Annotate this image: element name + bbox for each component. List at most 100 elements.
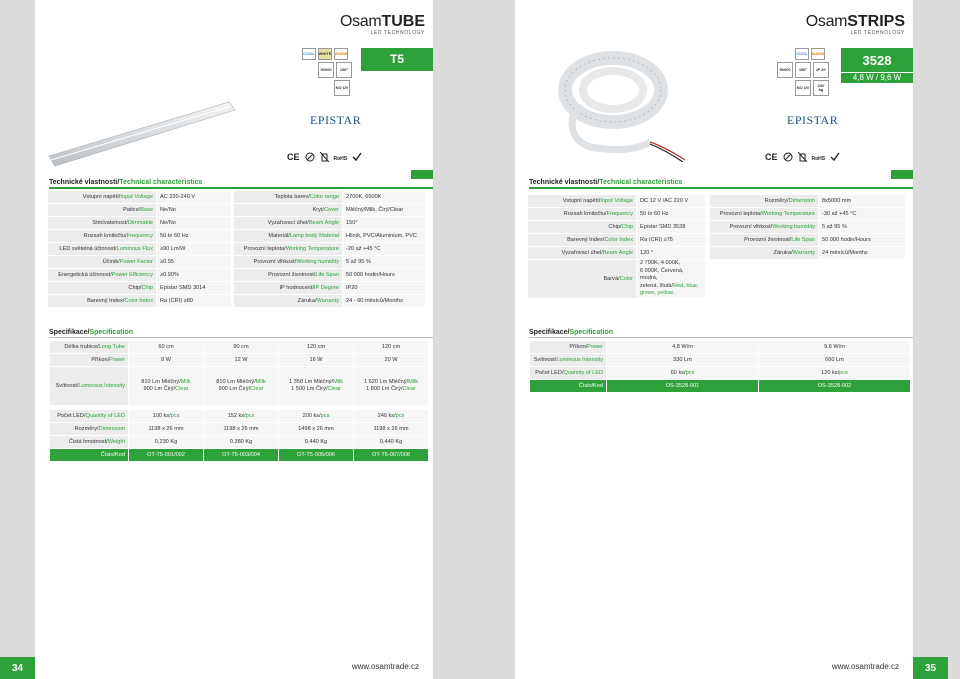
table-row: Stmívatelnost/Dimmable Ne/No (48, 217, 231, 229)
check-icon (830, 152, 840, 162)
table-row: Rozsah kmitočtu/Frequency 50 to 60 Hz (528, 208, 705, 220)
spec-value: Ne/No (157, 217, 231, 229)
tech-table-left: Vstupní napětí/Input Voltage DC 12 V /AC … (527, 194, 706, 299)
spec-value: 5 až 95 % (343, 256, 425, 268)
spec-value: ≥0.90% (157, 269, 231, 281)
spec-label: Rozměry/Dimension (710, 195, 818, 207)
product-code-row: Číslo/Kod OT-T5-001/002 OT-T5-003/004 OT… (50, 449, 428, 461)
rohs-icon: RoHS (811, 156, 826, 162)
spec-label: Provozní životnost/Life Span (710, 234, 818, 246)
spec-value: Epistar SMD 3528 (637, 221, 705, 233)
spec-value: 50 000 hodin/Hours (343, 269, 425, 281)
tech-heading: Technické vlastnosti/Technical character… (529, 179, 683, 186)
table-row: IP hodnocení/IP Degree IP20 (234, 282, 425, 294)
brand-logo-strips: OsamSTRIPS LED TECHNOLOGY (805, 13, 905, 36)
spec-label: Provozní vlhkost/Working humidity (234, 256, 342, 268)
spec-value: 8x5000 mm (819, 195, 905, 207)
left-page: OsamTUBE LED TECHNOLOGY COOL WHITE WARM … (0, 0, 433, 679)
spec-label: Stmívatelnost/Dimmable (48, 217, 156, 229)
spec-label: Barevný Index/Color Index (528, 234, 636, 246)
spec-value: Ra (CRI) ≥80 (157, 295, 231, 307)
hours-badge: 50000 (777, 62, 793, 78)
table-row: Chip/Chip Epistar SMD 3014 (48, 282, 231, 294)
tech-table-left: Vstupní napětí/Input Voltage AC 220-240 V… (47, 190, 232, 308)
table-row: Příkon/Power 4,8 W/m 9,6 W/m (530, 341, 910, 353)
spec-label: Záruka/Warranty (234, 295, 342, 307)
white-badge: WHITE (318, 48, 332, 60)
product-title: 3528 (841, 48, 913, 72)
spec-table: Délka trubice/Long Tube 60 cm 90 cm 120 … (49, 340, 429, 462)
tech-divider (49, 187, 433, 189)
spec-label: Provozní vlhkost/Working humidity (710, 221, 818, 233)
spec-label: Provozní životnost/Life Span (234, 269, 342, 281)
spec-value: IP20 (343, 282, 425, 294)
spec-value: 50 to 60 Hz (637, 208, 705, 220)
no-uv-badge: NO UV (334, 80, 350, 96)
ce-mark-icon: CE (765, 152, 778, 162)
spec-value: 50 to 60 Hz (157, 230, 231, 242)
hours-badge: 50000 (318, 62, 334, 78)
spec-table: Příkon/Power 4,8 W/m 9,6 W/m Svítivost/L… (529, 340, 911, 393)
product-code-row: Číslo/Kod OS-3528-001 OS-3528-002 (530, 380, 910, 392)
spec-label: Vstupní napětí/Input Voltage (528, 195, 636, 207)
table-row: Provozní vlhkost/Working humidity 5 až 95… (234, 256, 425, 268)
spec-value: 2700K, 6500K (343, 191, 425, 203)
table-row: Kryt/Cover Mléčný/Milk, Čirý/Clear (234, 204, 425, 216)
table-row: Provozní teplota/Working Temperature -30 … (710, 208, 905, 220)
table-row: Vyzařovací úhel/Beam Angle 120 ° (528, 247, 705, 259)
product-title: T5 (361, 48, 433, 71)
spec-value: ≥90 Lm/W (157, 243, 231, 255)
page-number: 35 (913, 657, 948, 679)
table-row: LED světelná účinnost/Luminous Flux ≥90 L… (48, 243, 231, 255)
spec-heading: Specifikace/Specification (49, 329, 134, 336)
epistar-logo: EPISTAR (787, 113, 839, 127)
spec-label: Materiál/Lamp body Material (234, 230, 342, 242)
table-row: Provozní teplota/Working Temperature -20 … (234, 243, 425, 255)
green-accent (411, 170, 433, 179)
table-row: Příkon/Power 8 W 12 W 16 W 20 W (50, 354, 428, 366)
spec-value: AC 220-240 V (157, 191, 231, 203)
no-pvc-icon (305, 152, 315, 162)
angle-badge: 150° (336, 62, 352, 78)
table-row: Záruka/Warranty 24 měsíců/Months (710, 247, 905, 259)
feature-badges: COOL WHITE WARM 50000 150° NO UV (302, 48, 352, 96)
certification-icons: CE RoHS (765, 152, 840, 162)
tech-table-right: Teplota barev/Color range 2700K, 6500K Kry… (233, 190, 426, 308)
weee-bin-icon (797, 152, 807, 162)
website-url: www.osamtrade.cz (831, 662, 899, 671)
table-row: Provozní vlhkost/Working humidity 5 až 95… (710, 221, 905, 233)
spec-value: Ra (CRI) ≥75 (637, 234, 705, 246)
table-row: Účiník/Power Factor ≥0.95 (48, 256, 231, 268)
table-row: Délka trubice/Long Tube 60 cm 90 cm 120 … (50, 341, 428, 353)
warm-badge: WARM (811, 48, 825, 60)
feature-badges: COOL WARM 50000 150° IP 20 NO UV 24V kg (777, 48, 837, 96)
table-row: Barvá/Color 2 700K, 4 000K, 6 000K, Červe… (528, 260, 705, 298)
weee-bin-icon (319, 152, 329, 162)
spec-value: ≥0.95 (157, 256, 231, 268)
table-row: Chip/Chip Epistar SMD 3528 (528, 221, 705, 233)
spec-value: 5 až 95 % (819, 221, 905, 233)
cool-badge: COOL (795, 48, 809, 60)
ip20-badge: IP 20 (813, 62, 829, 78)
table-row: Materiál/Lamp body Material Hliník, PVC/A… (234, 230, 425, 242)
certification-icons: CE RoHS (287, 152, 362, 162)
spec-label: Účiník/Power Factor (48, 256, 156, 268)
table-row: Počet LED/Quantity of LED 100 ks/pcs 152… (50, 410, 428, 422)
spec-label: Teplota barev/Color range (234, 191, 342, 203)
spec-label: Energetická účinnost/Power Efficiency (48, 269, 156, 281)
spec-label: Vyzařovací úhel/Beam Angle (528, 247, 636, 259)
brand-logo-tube: OsamTUBE LED TECHNOLOGY (339, 13, 425, 36)
voltage-badge: 24V kg (813, 80, 829, 96)
tech-heading: Technické vlastnosti/Technical character… (49, 179, 203, 186)
spec-label: IP hodnocení/IP Degree (234, 282, 342, 294)
spec-value: Epistar SMD 3014 (157, 282, 231, 294)
spec-value: 120 ° (637, 247, 705, 259)
spec-label: Chip/Chip (48, 282, 156, 294)
green-accent (891, 170, 913, 179)
table-row: Provozní životnost/Life Span 50 000 hodin… (710, 234, 905, 246)
table-row: Svítivost/Luminous Intensity 330 Lm 660 … (530, 354, 910, 366)
spec-label: Vstupní napětí/Input Voltage (48, 191, 156, 203)
spec-divider (529, 337, 913, 338)
table-row: Teplota barev/Color range 2700K, 6500K (234, 191, 425, 203)
angle-badge: 150° (795, 62, 811, 78)
